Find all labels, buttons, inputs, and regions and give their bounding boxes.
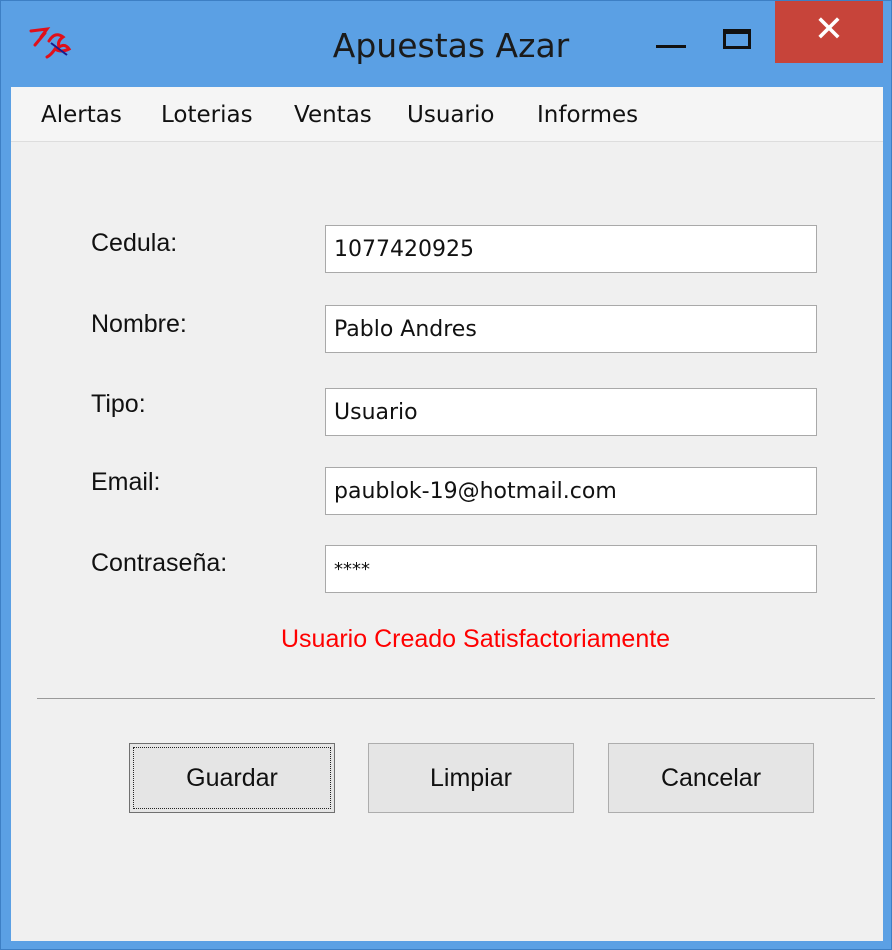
menu-informes[interactable]: Informes	[537, 95, 638, 135]
save-button[interactable]: Guardar	[129, 743, 335, 813]
menu-alertas[interactable]: Alertas	[41, 95, 122, 135]
tk-feather-icon	[29, 27, 72, 59]
tipo-label: Tipo:	[91, 390, 146, 418]
close-button[interactable]: ✕	[775, 1, 883, 63]
nombre-input[interactable]	[325, 305, 817, 353]
cancel-button[interactable]: Cancelar	[608, 743, 814, 813]
menu-ventas[interactable]: Ventas	[294, 95, 372, 135]
menu-usuario[interactable]: Usuario	[407, 95, 494, 135]
minimize-icon	[656, 45, 686, 48]
cedula-input[interactable]	[325, 225, 817, 273]
app-window: Apuestas Azar ✕ Alertas Loterias Ventas …	[0, 0, 892, 950]
contrasena-label: Contraseña:	[91, 549, 228, 577]
menu-bar: Alertas Loterias Ventas Usuario Informes	[11, 87, 883, 142]
email-label: Email:	[91, 468, 161, 496]
menu-loterias[interactable]: Loterias	[161, 95, 253, 135]
clear-button[interactable]: Limpiar	[368, 743, 574, 813]
cedula-label: Cedula:	[91, 229, 178, 257]
maximize-button[interactable]	[713, 11, 763, 61]
tipo-input[interactable]	[325, 388, 817, 436]
close-icon: ✕	[813, 9, 845, 50]
email-input[interactable]	[325, 467, 817, 515]
status-message: Usuario Creado Satisfactoriamente	[281, 625, 671, 653]
separator	[37, 698, 875, 699]
title-bar[interactable]: Apuestas Azar ✕	[1, 1, 891, 87]
password-input[interactable]	[325, 545, 817, 593]
window-title: Apuestas Azar	[332, 26, 570, 65]
minimize-button[interactable]	[651, 11, 701, 61]
nombre-label: Nombre:	[91, 310, 187, 338]
client-area: Alertas Loterias Ventas Usuario Informes…	[11, 87, 883, 941]
maximize-icon	[723, 29, 751, 49]
